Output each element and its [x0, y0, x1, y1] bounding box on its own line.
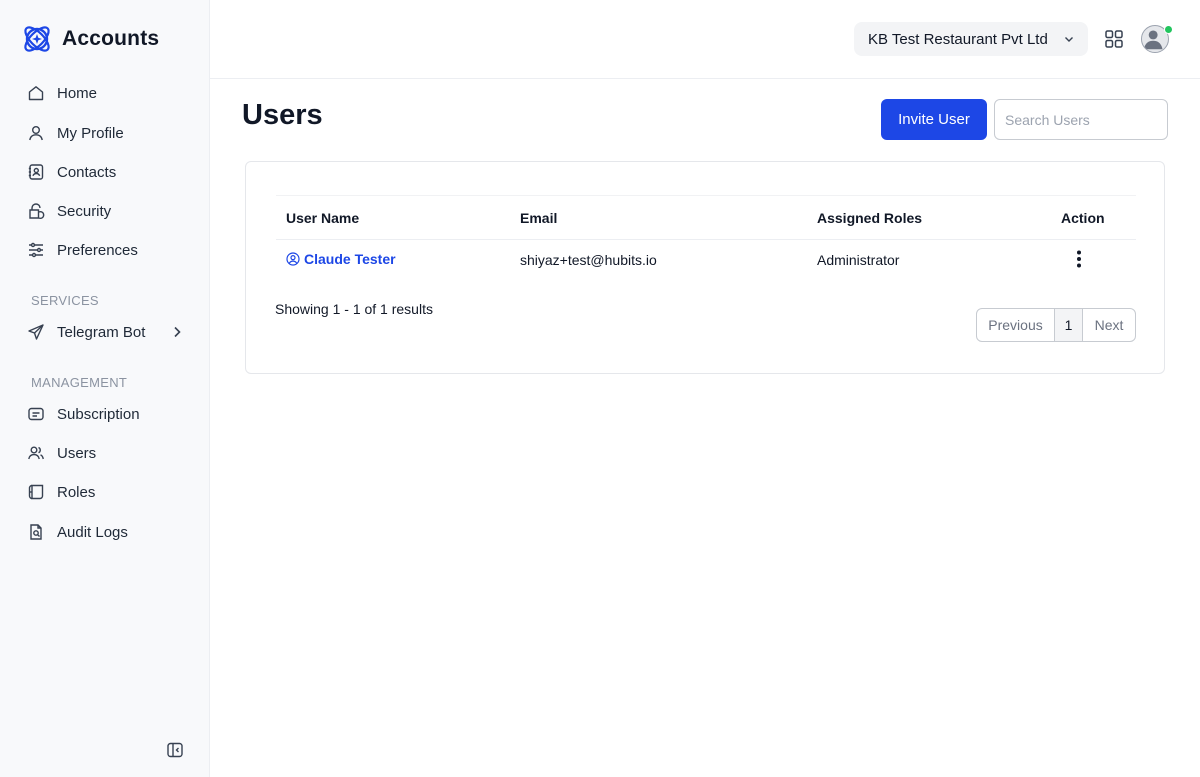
pagination-next-button[interactable]: Next [1083, 309, 1135, 341]
subscription-icon [27, 405, 45, 423]
user-icon [27, 124, 45, 142]
roles-icon [27, 483, 45, 501]
accounts-logo-icon [24, 26, 50, 52]
sidebar-item-label: Home [57, 84, 98, 102]
sidebar-item-label: Preferences [57, 241, 138, 259]
sidebar-item-label: Audit Logs [57, 523, 128, 541]
column-header-action: Action [1061, 209, 1105, 226]
action-cell [1061, 240, 1136, 281]
sidebar-item-subscription[interactable]: Subscription [27, 400, 197, 428]
sidebar-item-contacts[interactable]: Contacts [27, 158, 197, 186]
sidebar-item-audit-logs[interactable]: Audit Logs [27, 518, 197, 546]
sliders-icon [27, 241, 45, 259]
column-header-user-name: User Name [286, 209, 360, 226]
users-icon [27, 444, 45, 462]
sidebar-item-label: Subscription [57, 405, 140, 423]
sidebar-item-label: My Profile [57, 124, 124, 142]
sidebar-item-preferences[interactable]: Preferences [27, 236, 197, 264]
sidebar-item-security[interactable]: Security [27, 197, 197, 225]
column-header-email: Email [520, 209, 558, 226]
email-cell: shiyaz+test@hubits.io [520, 252, 657, 269]
sidebar-item-my-profile[interactable]: My Profile [27, 119, 197, 147]
sidebar-item-users[interactable]: Users [27, 439, 197, 467]
invite-user-button[interactable]: Invite User [881, 99, 987, 140]
chevron-right-icon [174, 326, 181, 338]
organization-select[interactable]: KB Test Restaurant Pvt Ltd [854, 22, 1088, 56]
pagination: Previous 1 Next [976, 308, 1136, 342]
top-bar: KB Test Restaurant Pvt Ltd [210, 0, 1200, 79]
table-row: Claude Tester shiyaz+test@hubits.io Admi… [276, 240, 1136, 281]
users-card: User Name Email Assigned Roles Action Cl… [245, 161, 1165, 374]
organization-name: KB Test Restaurant Pvt Ltd [868, 30, 1048, 48]
audit-log-icon [27, 523, 45, 541]
sidebar-item-label: Roles [57, 483, 96, 501]
page-title: Users [242, 99, 323, 131]
app-title: Accounts [62, 27, 160, 50]
users-table: User Name Email Assigned Roles Action Cl… [276, 195, 1136, 281]
sidebar-item-label: Telegram Bot [57, 323, 146, 341]
sidebar: Accounts Home My Profile Contacts Securi… [0, 0, 210, 777]
pagination-previous-button[interactable]: Previous [977, 309, 1055, 341]
table-header-row: User Name Email Assigned Roles Action [276, 195, 1136, 240]
security-icon [27, 202, 45, 220]
sidebar-item-roles[interactable]: Roles [27, 478, 197, 506]
sidebar-item-telegram-bot[interactable]: Telegram Bot [27, 318, 197, 346]
brand[interactable]: Accounts [20, 22, 159, 56]
more-vertical-icon[interactable] [1069, 248, 1089, 270]
online-status-indicator [1164, 25, 1173, 34]
user-name-cell: Claude Tester [276, 240, 520, 281]
results-summary: Showing 1 - 1 of 1 results [275, 301, 433, 317]
sidebar-item-label: Users [57, 444, 97, 462]
user-name-link[interactable]: Claude Tester [286, 251, 396, 267]
sidebar-item-label: Security [57, 202, 112, 220]
sidebar-item-home[interactable]: Home [27, 79, 197, 107]
assigned-roles-cell: Administrator [817, 252, 900, 269]
contacts-icon [27, 163, 45, 181]
apps-grid-icon[interactable] [1103, 28, 1125, 50]
sidebar-collapse-icon[interactable] [166, 741, 184, 759]
sidebar-item-label: Contacts [57, 163, 117, 181]
home-icon [27, 84, 45, 102]
column-header-assigned-roles: Assigned Roles [817, 209, 923, 226]
management-section-title: MANAGEMENT [31, 375, 128, 390]
user-name-text: Claude Tester [304, 251, 396, 268]
send-icon [27, 323, 45, 341]
pagination-page-1[interactable]: 1 [1055, 309, 1083, 341]
user-circle-icon [286, 252, 300, 266]
search-users-input[interactable] [994, 99, 1168, 140]
services-section-title: SERVICES [31, 293, 99, 308]
chevron-down-icon [1065, 37, 1073, 42]
